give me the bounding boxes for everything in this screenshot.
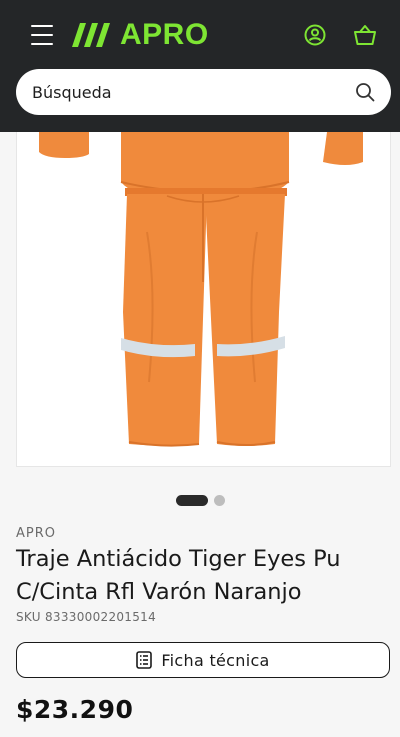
- spec-sheet-button[interactable]: Ficha técnica: [16, 642, 390, 678]
- logo-slashes-icon: [72, 23, 110, 47]
- product-image-gallery[interactable]: [16, 132, 391, 467]
- menu-bar: [31, 34, 53, 36]
- product-title: Traje Antiácido Tiger Eyes Pu C/Cinta Rf…: [16, 546, 341, 605]
- brand-name: APRO: [120, 18, 209, 51]
- carousel-dot-active[interactable]: [175, 495, 208, 506]
- search-input[interactable]: [32, 82, 332, 102]
- product-image: [39, 132, 363, 447]
- product-vendor: APRO: [16, 526, 56, 541]
- document-list-icon: [136, 651, 153, 669]
- carousel-pagination: [0, 495, 400, 506]
- site-header: APRO: [0, 0, 400, 132]
- spec-sheet-label: Ficha técnica: [161, 650, 270, 670]
- cart-icon[interactable]: [353, 24, 377, 46]
- product-sku: SKU 83330002201514: [16, 610, 157, 624]
- search-icon[interactable]: [355, 82, 375, 102]
- menu-bar: [31, 43, 53, 45]
- menu-icon[interactable]: [31, 25, 53, 45]
- search-bar[interactable]: [16, 69, 391, 115]
- menu-bar: [31, 25, 53, 27]
- carousel-dot[interactable]: [213, 495, 225, 506]
- product-price: $23.290: [16, 695, 134, 724]
- account-icon[interactable]: [304, 24, 326, 46]
- brand-logo[interactable]: APRO: [72, 18, 209, 51]
